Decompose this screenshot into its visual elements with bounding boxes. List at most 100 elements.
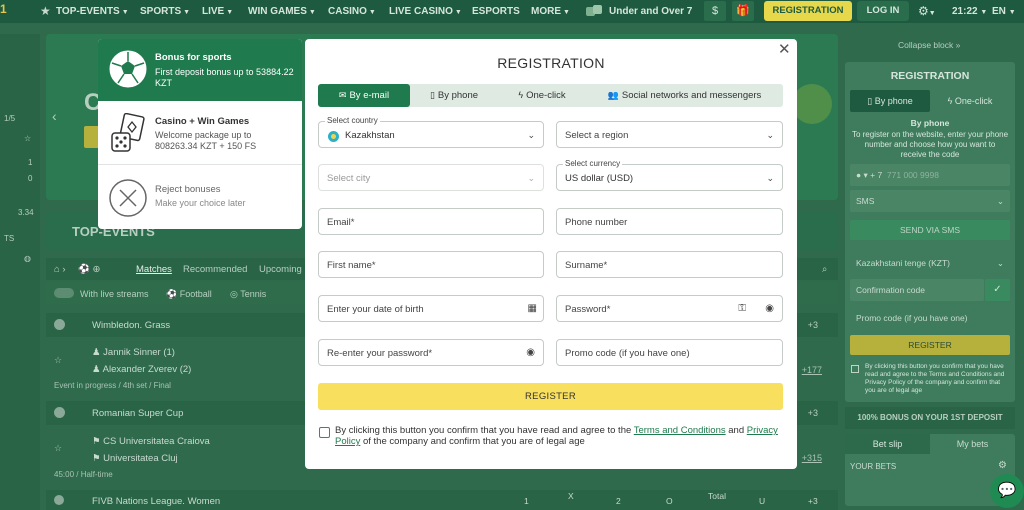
nav-sports[interactable]: SPORTS ▼: [140, 6, 190, 17]
odds-header: O: [666, 496, 673, 506]
sidebar-promo-input[interactable]: Promo code (if you have one): [850, 307, 1010, 329]
date-of-birth-field[interactable]: Enter your date of birth ▦: [318, 295, 544, 322]
bonus-option-reject[interactable]: Reject bonuses Make your choice later: [98, 166, 302, 228]
currency-select[interactable]: Select currency US dollar (USD) ⌄: [556, 159, 783, 191]
gift-icon[interactable]: 🎁: [732, 1, 754, 21]
nav-live[interactable]: LIVE ▼: [202, 6, 233, 17]
sidebar-registration: REGISTRATION ▯ By phone ϟ One-click By p…: [845, 62, 1015, 402]
nav-win-games[interactable]: WIN GAMES ▼: [248, 6, 316, 17]
event-group-title: Wimbledon. Grass: [92, 320, 171, 331]
nav-casino[interactable]: CASINO ▼: [328, 6, 376, 17]
sidebar-sms-select[interactable]: SMS ⌄: [850, 190, 1010, 212]
sidebar-currency-select[interactable]: Kazakhstani tenge (KZT) ⌄: [850, 252, 1010, 274]
promo-under-over-link[interactable]: Under and Over 7: [609, 6, 692, 17]
nav-top-events[interactable]: TOP-EVENTS ▼: [56, 6, 129, 17]
odds-header: X: [568, 491, 574, 501]
home-icon[interactable]: ⌂ ›: [54, 264, 66, 275]
site-logo[interactable]: 1: [0, 2, 26, 22]
chevron-down-icon: ⌄: [527, 173, 535, 183]
calendar-icon[interactable]: ▦: [528, 303, 537, 314]
city-select[interactable]: Select city ⌄: [318, 164, 544, 191]
casino-dice-icon: [111, 113, 145, 152]
password-field[interactable]: Password* ⚿ ◉: [556, 295, 783, 322]
sidebar-tab-phone[interactable]: ▯ By phone: [850, 90, 930, 112]
eye-off-icon[interactable]: ◉: [526, 347, 535, 358]
odds-header: U: [759, 496, 766, 506]
sidebar-agree-checkbox[interactable]: [851, 365, 859, 373]
chat-support-icon[interactable]: 💬: [990, 474, 1024, 508]
star-icon[interactable]: ☆: [24, 134, 31, 143]
first-name-field[interactable]: First name*: [318, 251, 544, 278]
top-registration-button[interactable]: REGISTRATION: [764, 1, 852, 21]
chevron-down-icon: ▼: [183, 9, 191, 16]
tab-by-phone[interactable]: ▯ By phone: [410, 84, 498, 107]
live-streams-toggle[interactable]: [54, 288, 74, 298]
sidebar-phone-input[interactable]: ● ▾ + 7 771 000 9998: [850, 164, 1010, 186]
collapse-block-link[interactable]: Collapse block »: [898, 40, 960, 50]
agree-terms-checkbox[interactable]: [319, 427, 330, 438]
promo-dice-icon[interactable]: [585, 3, 603, 19]
filter-live-streams[interactable]: With live streams: [80, 289, 149, 299]
tab-by-email[interactable]: ✉ By e-mail: [318, 84, 410, 107]
banner-prev-arrow-icon[interactable]: ‹: [52, 108, 57, 124]
repeat-password-field[interactable]: Re-enter your password* ◉: [318, 339, 544, 366]
sidebar-register-button[interactable]: REGISTER: [850, 335, 1010, 355]
clock-time[interactable]: 21:22 ▼: [952, 6, 987, 17]
match-more-markets[interactable]: +315: [802, 453, 822, 463]
tab-my-bets[interactable]: My bets: [930, 434, 1015, 454]
country-select[interactable]: Select country Kazakhstan ⌄: [318, 116, 544, 148]
promo-code-field[interactable]: Promo code (if you have one): [556, 339, 783, 366]
sidebar-tab-oneclick[interactable]: ϟ One-click: [930, 90, 1010, 112]
phone-field[interactable]: Phone number: [556, 208, 783, 235]
settings-gear-icon[interactable]: ⚙: [998, 460, 1007, 471]
top-login-button[interactable]: LOG IN: [857, 1, 909, 21]
tab-recommended[interactable]: Recommended: [183, 264, 247, 275]
event-group-count[interactable]: +3: [808, 320, 818, 330]
event-group[interactable]: FIVB Nations League. Women 1 X 2 O Total…: [46, 490, 838, 510]
bonus-option-casino[interactable]: Casino + Win Games Welcome package up to…: [98, 101, 302, 165]
sidebar-bonus-bar[interactable]: 100% BONUS ON YOUR 1ST DEPOSIT: [845, 407, 1015, 429]
match-status: 45:00 / Half-time: [54, 470, 113, 479]
email-field[interactable]: Email*: [318, 208, 544, 235]
key-icon[interactable]: ⚿: [738, 303, 746, 314]
tab-upcoming[interactable]: Upcoming: [259, 264, 302, 275]
language-selector[interactable]: EN ▼: [992, 6, 1016, 17]
chevron-down-icon: ▼: [308, 9, 316, 16]
bonus-option-sports[interactable]: Bonus for sports First deposit bonus up …: [98, 39, 302, 101]
favorites-star-icon[interactable]: ★: [40, 4, 51, 18]
event-group-count[interactable]: +3: [808, 408, 818, 418]
filter-tennis[interactable]: ◎ Tennis: [230, 289, 266, 300]
nav-live-casino[interactable]: LIVE CASINO ▼: [389, 6, 462, 17]
match-team: ⚑ CS Universitatea Craiova: [92, 436, 210, 447]
sidebar-confirm-code-input[interactable]: Confirmation code: [850, 279, 984, 301]
eye-off-icon[interactable]: ◉: [765, 303, 774, 314]
globe-icon: ◍: [24, 254, 31, 263]
filter-football[interactable]: ⚽ Football: [166, 289, 212, 300]
tab-matches[interactable]: Matches: [136, 264, 172, 275]
tab-one-click[interactable]: ϟ One-click: [498, 84, 586, 107]
tab-bet-slip[interactable]: Bet slip: [845, 434, 930, 454]
region-select[interactable]: Select a region ⌄: [556, 121, 783, 148]
nav-more[interactable]: MORE ▼: [531, 6, 570, 17]
nav-esports[interactable]: ESPORTS: [472, 6, 520, 17]
sidebar-send-sms-button[interactable]: SEND VIA SMS: [850, 220, 1010, 240]
event-group-count[interactable]: +3: [808, 496, 818, 506]
chevron-down-icon: ⌄: [996, 258, 1004, 268]
confirm-check-icon[interactable]: ✓: [985, 279, 1010, 301]
match-more-markets[interactable]: +177: [802, 365, 822, 375]
tab-social-networks[interactable]: 👥 Social networks and messengers: [586, 84, 783, 107]
register-button[interactable]: REGISTER: [318, 383, 783, 410]
deposit-dollar-icon[interactable]: $: [704, 1, 726, 21]
terms-link[interactable]: Terms and Conditions: [634, 425, 726, 436]
soccer-ball-icon: [109, 50, 147, 88]
sport-filter-icon[interactable]: ⚽ ⊕: [78, 264, 100, 275]
first-name-placeholder: First name*: [327, 260, 376, 271]
country-label: Select country: [325, 116, 380, 125]
tennis-ball-icon: [54, 319, 65, 330]
favorite-star-icon[interactable]: ☆: [54, 355, 62, 366]
favorite-star-icon[interactable]: ☆: [54, 443, 62, 454]
search-icon[interactable]: ⌕: [822, 264, 827, 275]
settings-gear-icon[interactable]: ⚙▼: [918, 4, 936, 18]
odds-header: 1: [524, 496, 529, 506]
surname-field[interactable]: Surname*: [556, 251, 783, 278]
